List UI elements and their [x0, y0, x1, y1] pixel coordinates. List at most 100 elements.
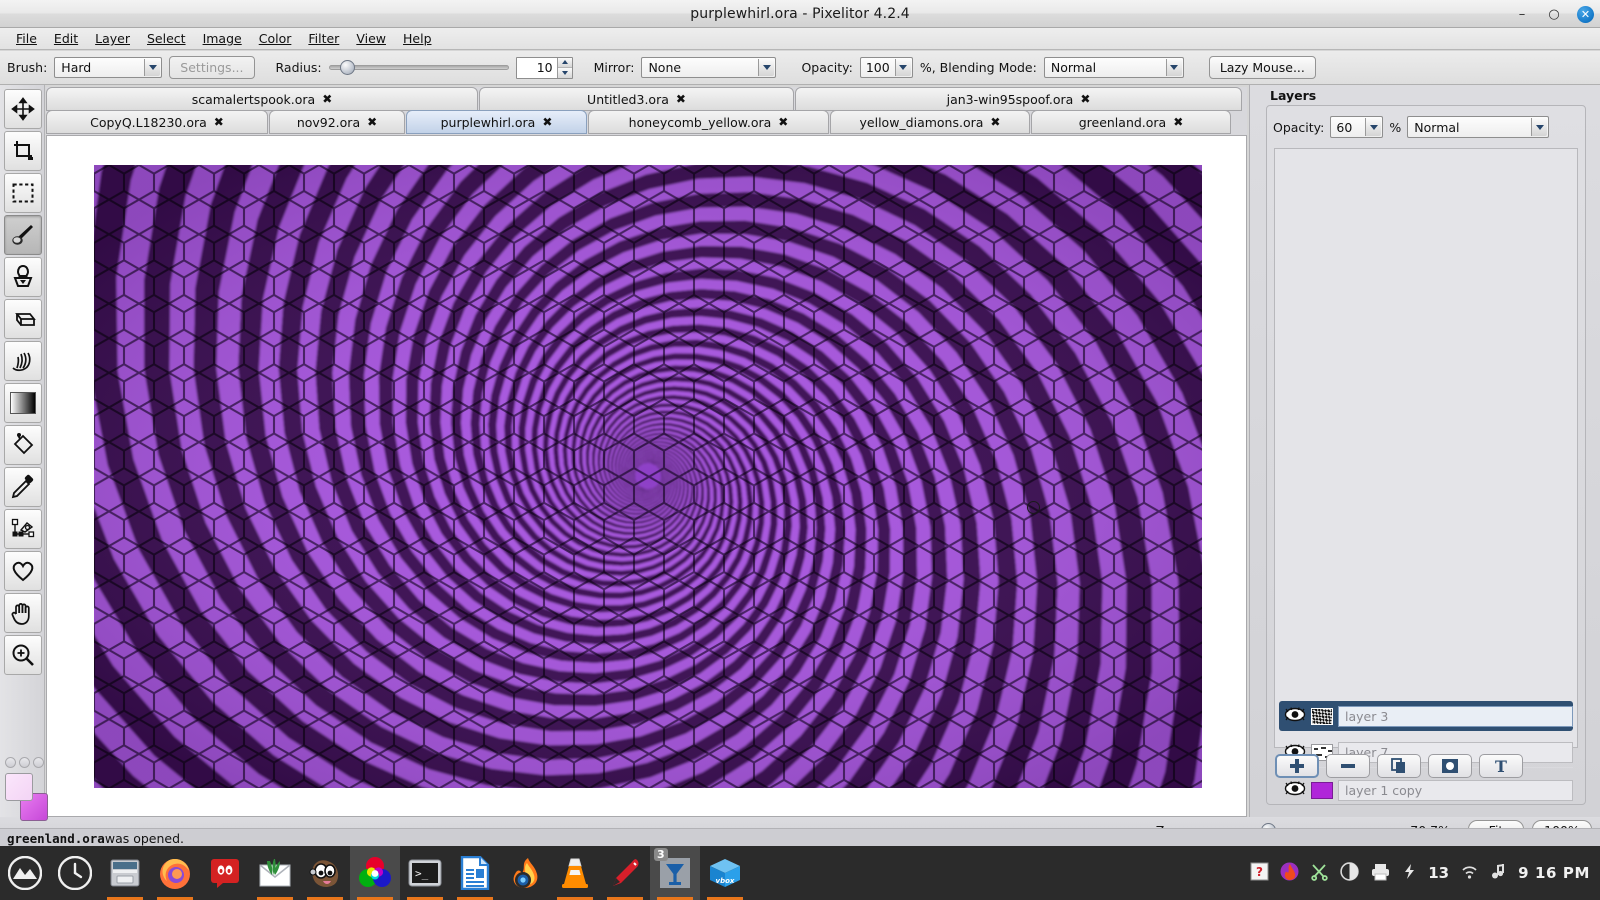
- close-icon[interactable]: ✖: [990, 115, 1000, 129]
- flame-tray-icon[interactable]: [1280, 862, 1299, 885]
- color-picker-app-icon[interactable]: [350, 846, 400, 900]
- eye-icon[interactable]: [1284, 707, 1306, 725]
- close-icon[interactable]: ✖: [676, 92, 686, 106]
- add-layer-button[interactable]: [1275, 754, 1319, 778]
- close-icon[interactable]: ✖: [542, 115, 552, 129]
- eraser-tool[interactable]: [4, 299, 42, 339]
- wine-icon[interactable]: 3: [650, 846, 700, 900]
- close-button[interactable]: ✕: [1577, 6, 1594, 23]
- swap-colors-icon[interactable]: [19, 757, 30, 768]
- terminal-icon[interactable]: >_: [400, 846, 450, 900]
- radius-spinner-arrows[interactable]: [557, 58, 572, 78]
- help-tray-icon[interactable]: ?: [1250, 862, 1269, 885]
- foreground-color-swatch[interactable]: [5, 773, 33, 801]
- contrast-tray-icon[interactable]: [1340, 862, 1359, 885]
- layer-thumbnail[interactable]: [1311, 708, 1333, 725]
- file-manager-icon[interactable]: [100, 846, 150, 900]
- selection-tool[interactable]: [4, 173, 42, 213]
- menu-help[interactable]: Help: [395, 29, 440, 48]
- close-icon[interactable]: ✖: [367, 115, 377, 129]
- close-icon[interactable]: ✖: [1173, 115, 1183, 129]
- hand-tool[interactable]: [4, 593, 42, 633]
- minimize-button[interactable]: –: [1513, 5, 1531, 23]
- layer-list[interactable]: layer 3 layer 7 layer 1 copy: [1274, 148, 1578, 748]
- lazy-mouse-button[interactable]: Lazy Mouse...: [1209, 56, 1316, 79]
- printer-tray-icon[interactable]: [1370, 862, 1391, 885]
- smudge-tool[interactable]: [4, 341, 42, 381]
- move-tool[interactable]: [4, 89, 42, 129]
- shapes-tool[interactable]: [4, 509, 42, 549]
- layer-opacity-select[interactable]: 60: [1330, 116, 1383, 138]
- mirror-select[interactable]: None: [641, 57, 776, 78]
- menu-file[interactable]: File: [8, 29, 45, 48]
- maximize-button[interactable]: ○: [1545, 5, 1563, 23]
- blending-mode-select[interactable]: Normal: [1044, 57, 1184, 78]
- delete-layer-button[interactable]: [1326, 754, 1370, 778]
- layer-row-layer3[interactable]: layer 3: [1279, 701, 1573, 731]
- firefox-icon[interactable]: [150, 846, 200, 900]
- radius-slider[interactable]: [329, 65, 509, 70]
- tab-yellow-diamons[interactable]: yellow_diamons.ora ✖: [830, 110, 1030, 134]
- tab-scamalertspook[interactable]: scamalertspook.ora ✖: [46, 87, 478, 111]
- paint-bucket-tool[interactable]: [4, 425, 42, 465]
- mail-icon[interactable]: [250, 846, 300, 900]
- menu-filter[interactable]: Filter: [300, 29, 347, 48]
- zoom-tool[interactable]: [4, 635, 42, 675]
- radius-increment-button[interactable]: [558, 58, 572, 69]
- randomize-colors-icon[interactable]: [33, 757, 44, 768]
- close-icon[interactable]: ✖: [778, 115, 788, 129]
- libreoffice-writer-icon[interactable]: [450, 846, 500, 900]
- discord-icon[interactable]: [200, 846, 250, 900]
- vlc-icon[interactable]: [550, 846, 600, 900]
- tab-greenland[interactable]: greenland.ora ✖: [1031, 110, 1231, 134]
- image-burner-icon[interactable]: [500, 846, 550, 900]
- radius-spinner[interactable]: 10: [516, 57, 573, 79]
- menu-view[interactable]: View: [348, 29, 394, 48]
- menu-edit[interactable]: Edit: [46, 29, 86, 48]
- brush-settings-button[interactable]: Settings...: [169, 56, 254, 79]
- layer-thumbnail[interactable]: [1311, 782, 1333, 799]
- crop-tool[interactable]: [4, 131, 42, 171]
- layer-row-layer1copy[interactable]: layer 1 copy: [1279, 775, 1573, 805]
- default-colors-icon[interactable]: [5, 757, 16, 768]
- clone-stamp-tool[interactable]: [4, 257, 42, 297]
- menu-image[interactable]: Image: [195, 29, 250, 48]
- radius-decrement-button[interactable]: [558, 68, 572, 78]
- menu-select[interactable]: Select: [139, 29, 194, 48]
- tab-jan3-win95spoof[interactable]: jan3-win95spoof.ora ✖: [795, 87, 1242, 111]
- radius-value[interactable]: 10: [517, 58, 557, 78]
- tab-nov92[interactable]: nov92.ora ✖: [269, 110, 405, 134]
- virtualbox-icon[interactable]: vbox: [700, 846, 750, 900]
- artboard[interactable]: [94, 165, 1202, 788]
- layer-blend-mode-select[interactable]: Normal: [1407, 116, 1549, 138]
- brush-type-select[interactable]: Hard: [54, 57, 162, 78]
- close-icon[interactable]: ✖: [1080, 92, 1090, 106]
- gradient-tool[interactable]: [4, 383, 42, 423]
- app-menu-icon[interactable]: [0, 846, 50, 900]
- close-icon[interactable]: ✖: [214, 115, 224, 129]
- close-icon[interactable]: ✖: [322, 92, 332, 106]
- color-picker-tool[interactable]: [4, 467, 42, 507]
- layer-name-field[interactable]: layer 1 copy: [1338, 780, 1573, 801]
- duplicate-layer-button[interactable]: [1377, 754, 1421, 778]
- menu-color[interactable]: Color: [251, 29, 300, 48]
- brush-tool[interactable]: [4, 215, 42, 255]
- taskbar-clock[interactable]: 9 16 PM: [1518, 864, 1590, 882]
- radius-slider-knob[interactable]: [340, 60, 355, 75]
- heart-shape-tool[interactable]: [4, 551, 42, 591]
- clock-icon[interactable]: [50, 846, 100, 900]
- pen-editor-icon[interactable]: [600, 846, 650, 900]
- tab-copyq-l18230[interactable]: CopyQ.L18230.ora ✖: [46, 110, 268, 134]
- tab-honeycomb-yellow[interactable]: honeycomb_yellow.ora ✖: [588, 110, 829, 134]
- opacity-select[interactable]: 100: [860, 57, 913, 78]
- wifi-icon[interactable]: [1460, 863, 1479, 884]
- layer-mask-button[interactable]: [1428, 754, 1472, 778]
- layer-name-field[interactable]: layer 3: [1338, 706, 1573, 727]
- menu-layer[interactable]: Layer: [87, 29, 138, 48]
- eye-icon[interactable]: [1284, 781, 1306, 799]
- tab-untitled3[interactable]: Untitled3.ora ✖: [479, 87, 794, 111]
- text-layer-button[interactable]: T: [1479, 754, 1523, 778]
- scissors-tray-icon[interactable]: [1310, 862, 1329, 885]
- canvas-viewport[interactable]: [46, 135, 1247, 817]
- audio-icon[interactable]: [1490, 863, 1507, 884]
